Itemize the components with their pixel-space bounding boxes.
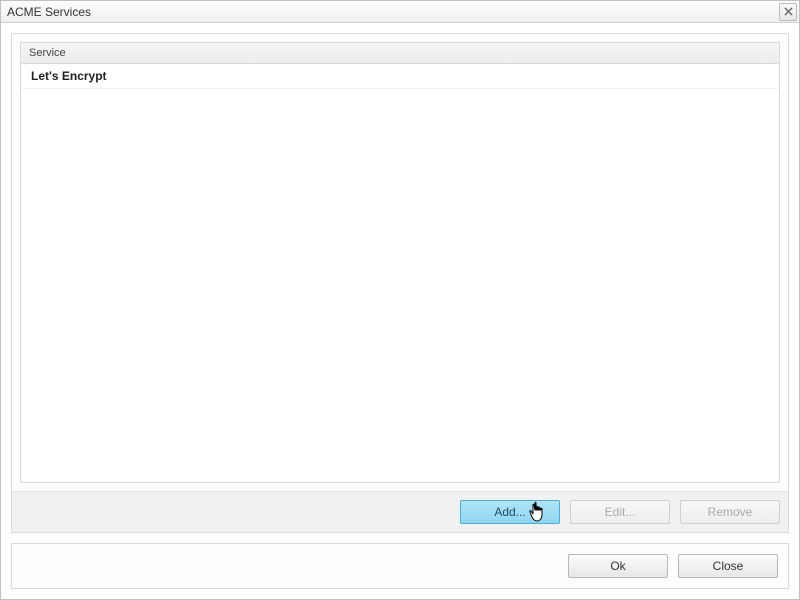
titlebar-close-button[interactable] bbox=[779, 3, 797, 21]
window-title: ACME Services bbox=[7, 5, 91, 19]
window-body: Service Let's Encrypt Add... Edit... Rem… bbox=[1, 23, 799, 599]
add-button[interactable]: Add... bbox=[460, 500, 560, 524]
edit-button: Edit... bbox=[570, 500, 670, 524]
titlebar: ACME Services bbox=[1, 1, 799, 23]
close-button[interactable]: Close bbox=[678, 554, 778, 578]
services-table-body: Let's Encrypt bbox=[21, 64, 779, 482]
service-name-cell: Let's Encrypt bbox=[31, 69, 107, 83]
dialog-footer: Ok Close bbox=[11, 543, 789, 589]
ok-button[interactable]: Ok bbox=[568, 554, 668, 578]
services-table: Service Let's Encrypt bbox=[20, 42, 780, 483]
acme-services-window: ACME Services Service Let's Encrypt Add.… bbox=[0, 0, 800, 600]
services-actions-bar: Add... Edit... Remove bbox=[12, 491, 788, 532]
close-icon bbox=[784, 5, 793, 19]
services-panel: Service Let's Encrypt Add... Edit... Rem… bbox=[11, 33, 789, 533]
remove-button: Remove bbox=[680, 500, 780, 524]
column-header-service[interactable]: Service bbox=[21, 43, 779, 64]
table-row[interactable]: Let's Encrypt bbox=[21, 64, 779, 89]
